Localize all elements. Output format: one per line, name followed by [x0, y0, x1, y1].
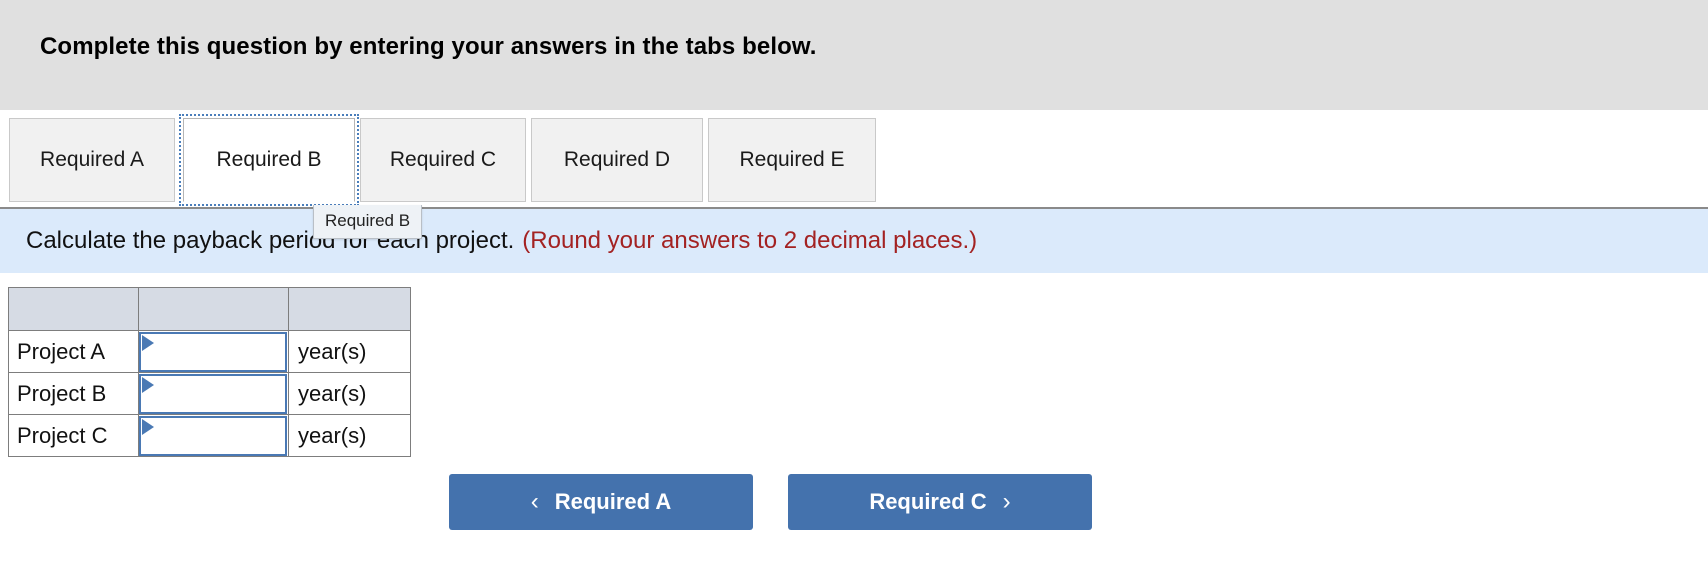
instruction-banner: Calculate the payback period for each pr… — [0, 207, 1708, 273]
next-tab-button[interactable]: Required C › — [788, 474, 1092, 530]
previous-tab-button[interactable]: ‹ Required A — [449, 474, 753, 530]
row-input-cell-project-a — [138, 330, 289, 373]
row-label-project-a: Project A — [8, 330, 139, 373]
instruction-main-text: Calculate the payback period for each pr… — [26, 227, 515, 254]
tab-label: Required B — [216, 148, 322, 171]
tab-label: Required E — [739, 148, 845, 171]
next-tab-label: Required C — [869, 489, 987, 514]
table-row: Project C year(s) — [8, 414, 411, 457]
tab-tooltip: Required B — [313, 205, 423, 239]
input-wrapper — [139, 331, 287, 372]
tab-label: Required A — [40, 148, 144, 171]
chevron-right-icon: › — [1002, 488, 1011, 515]
payback-input-project-b[interactable] — [139, 373, 287, 414]
previous-tab-label: Required A — [554, 489, 672, 514]
payback-input-project-c[interactable] — [139, 415, 287, 456]
table-header-cell-label — [8, 287, 139, 331]
chevron-left-icon: ‹ — [530, 488, 539, 515]
row-input-cell-project-c — [138, 414, 289, 457]
tab-label: Required D — [563, 148, 671, 171]
table-row: Project B year(s) — [8, 372, 411, 415]
row-label-project-b: Project B — [8, 372, 139, 415]
tab-bar: Required A Required B Required C Require… — [0, 110, 1708, 208]
page-title: Complete this question by entering your … — [40, 33, 817, 60]
instruction-rounding-note: (Round your answers to 2 decimal places.… — [522, 227, 978, 254]
input-wrapper — [139, 415, 287, 456]
row-unit-project-b: year(s) — [288, 372, 411, 415]
row-input-cell-project-b — [138, 372, 289, 415]
question-header-banner: Complete this question by entering your … — [0, 0, 1708, 110]
row-unit-project-a: year(s) — [288, 330, 411, 373]
input-wrapper — [139, 373, 287, 414]
payback-input-project-a[interactable] — [139, 331, 287, 372]
tab-required-a[interactable]: Required A — [9, 118, 175, 202]
row-label-project-c: Project C — [8, 414, 139, 457]
instruction-text-row: Calculate the payback period for each pr… — [26, 227, 977, 255]
tab-label: Required C — [389, 148, 497, 171]
answer-table: Project A year(s) Project B year(s) Proj… — [8, 287, 411, 457]
table-header-cell-unit — [288, 287, 411, 331]
tab-required-d[interactable]: Required D — [531, 118, 703, 202]
table-header-cell-value — [138, 287, 289, 331]
tab-required-c[interactable]: Required C — [360, 118, 526, 202]
row-unit-project-c: year(s) — [288, 414, 411, 457]
tab-required-b[interactable]: Required B — [179, 114, 359, 206]
tab-required-e[interactable]: Required E — [708, 118, 876, 202]
table-header-row — [8, 287, 411, 331]
table-row: Project A year(s) — [8, 330, 411, 373]
